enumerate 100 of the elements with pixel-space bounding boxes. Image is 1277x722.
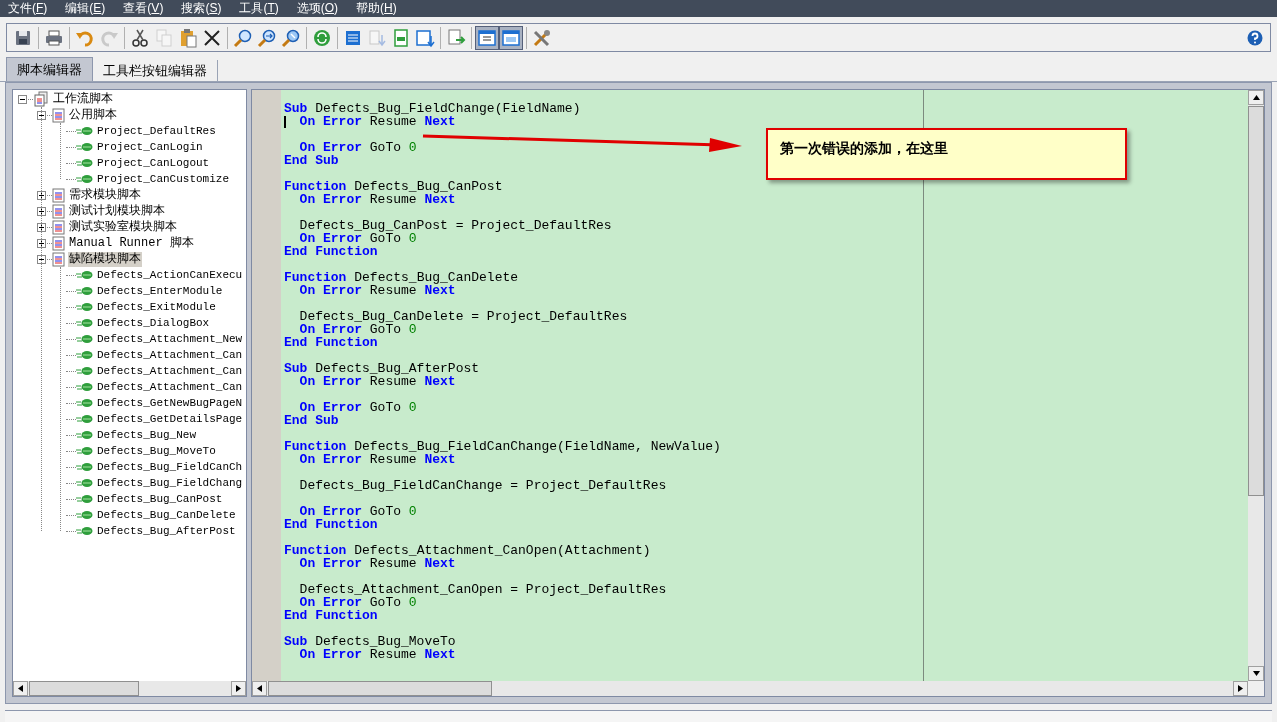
horizontal-scrollbar[interactable] bbox=[252, 681, 1264, 696]
leaf-icon bbox=[76, 526, 93, 536]
left-arrow-icon bbox=[18, 685, 23, 692]
tools-icon bbox=[532, 27, 552, 48]
scrollbar-thumb[interactable] bbox=[1248, 106, 1264, 496]
expand-icon[interactable] bbox=[37, 238, 46, 248]
toolbar-button[interactable] bbox=[475, 25, 499, 50]
leaf-icon bbox=[76, 158, 93, 168]
menu-item[interactable]: 搜索(S) bbox=[181, 0, 222, 17]
code-line: Defects_Bug_CanPost = Project_DefaultRes bbox=[298, 218, 612, 233]
leaf-icon bbox=[76, 334, 93, 344]
tree-item[interactable]: 工作流脚本 bbox=[52, 91, 114, 107]
tree-item[interactable]: Project_CanCustomize bbox=[96, 171, 231, 187]
code-line: Defects_Bug_CanDelete = Project_DefaultRes bbox=[298, 309, 628, 324]
expand-icon[interactable] bbox=[37, 190, 46, 200]
code-line: Sub Defects_Bug_MoveTo bbox=[284, 634, 456, 649]
toolbar-button[interactable] bbox=[499, 25, 523, 50]
window-icon bbox=[501, 27, 521, 48]
tab[interactable]: 脚本编辑器 bbox=[6, 57, 93, 81]
horizontal-scrollbar[interactable] bbox=[13, 681, 246, 696]
code-editor[interactable] bbox=[281, 90, 1248, 681]
tree-item[interactable]: Defects_ActionCanExecu bbox=[96, 267, 244, 283]
tree-item[interactable]: Defects_Bug_CanDelete bbox=[96, 507, 237, 523]
menu-item[interactable]: 编辑(E) bbox=[65, 0, 106, 17]
code-line: Sub Defects_Bug_AfterPost bbox=[284, 361, 480, 376]
tree-item[interactable]: Defects_Attachment_Can bbox=[96, 347, 244, 363]
delete-icon bbox=[202, 27, 222, 48]
tree-item[interactable]: Defects_GetNewBugPageN bbox=[96, 395, 244, 411]
leaf-icon bbox=[76, 142, 93, 152]
tree-item[interactable]: Defects_Bug_FieldChang bbox=[96, 475, 244, 491]
code-line: Defects_Attachment_CanOpen = Project_DefaultRes bbox=[298, 582, 667, 597]
vertical-scrollbar[interactable] bbox=[1248, 90, 1264, 681]
annotation-callout: 第一次错误的添加，在这里 bbox=[766, 128, 1127, 180]
tree-item[interactable]: 缺陷模块脚本 bbox=[68, 251, 142, 267]
tree-item[interactable]: 测试实验室模块脚本 bbox=[68, 219, 178, 235]
code-line: On Error Resume Next bbox=[298, 452, 456, 467]
tree-item[interactable]: Project_CanLogin bbox=[96, 139, 204, 155]
tree-item[interactable]: Defects_Bug_FieldCanCh bbox=[96, 459, 244, 475]
collapse-icon[interactable] bbox=[37, 110, 46, 120]
leaf-icon bbox=[76, 478, 93, 488]
tree-item[interactable]: 需求模块脚本 bbox=[68, 187, 142, 203]
tree-item[interactable]: Defects_EnterModule bbox=[96, 283, 224, 299]
tree-item[interactable]: Defects_Attachment_Can bbox=[96, 379, 244, 395]
help-button[interactable] bbox=[1246, 28, 1264, 47]
collapse-icon[interactable] bbox=[37, 254, 46, 264]
tree-item[interactable]: Project_CanLogout bbox=[96, 155, 211, 171]
code-line: On Error Resume Next bbox=[298, 647, 456, 662]
code-line: On Error GoTo 0 bbox=[298, 140, 417, 155]
tree-item[interactable]: Defects_Bug_CanPost bbox=[96, 491, 224, 507]
tree-item[interactable]: 公用脚本 bbox=[68, 107, 118, 123]
panel-icon bbox=[477, 27, 497, 48]
document-icon bbox=[52, 235, 65, 251]
leaf-icon bbox=[76, 382, 93, 392]
tree-item[interactable]: Defects_Attachment_Can bbox=[96, 363, 244, 379]
tree-item[interactable]: Project_DefaultRes bbox=[96, 123, 217, 139]
left-arrow-icon bbox=[257, 685, 262, 692]
document-icon bbox=[52, 107, 65, 123]
tree-item[interactable]: 测试计划模块脚本 bbox=[68, 203, 166, 219]
code-line: On Error Resume Next bbox=[298, 283, 456, 298]
leaf-icon bbox=[76, 510, 93, 520]
leaf-icon bbox=[76, 318, 93, 328]
tree-item[interactable]: Defects_GetDetailsPage bbox=[96, 411, 244, 427]
scrollbar-thumb[interactable] bbox=[29, 681, 139, 696]
replace-icon bbox=[281, 27, 301, 48]
tree-item[interactable]: Defects_Bug_New bbox=[96, 427, 198, 443]
expand-icon[interactable] bbox=[37, 222, 46, 232]
tab[interactable]: 工具栏按钮编辑器 bbox=[93, 60, 218, 81]
tree-item[interactable]: Defects_Bug_AfterPost bbox=[96, 523, 237, 539]
printer-icon bbox=[44, 27, 64, 48]
code-line: End Function bbox=[284, 244, 378, 259]
menu-item[interactable]: 文件(F) bbox=[8, 0, 48, 17]
code-line: Function Defects_Attachment_CanOpen(Attachment) bbox=[284, 543, 651, 558]
tree-item[interactable]: Defects_DialogBox bbox=[96, 315, 211, 331]
tree-item[interactable]: Defects_Attachment_New bbox=[96, 331, 244, 347]
menu-item[interactable]: 工具(T) bbox=[239, 0, 279, 17]
help-icon bbox=[1247, 29, 1263, 46]
code-line: Defects_Bug_FieldCanChange = Project_DefaultRes bbox=[298, 478, 667, 493]
code-line: Function Defects_Bug_CanDelete bbox=[284, 270, 519, 285]
leaf-icon bbox=[76, 446, 93, 456]
menu-item[interactable]: 选项(O) bbox=[296, 0, 339, 17]
tree-item[interactable]: Manual Runner 脚本 bbox=[68, 235, 195, 251]
code-line: On Error Resume Next bbox=[298, 192, 456, 207]
tree-item[interactable]: Defects_ExitModule bbox=[96, 299, 217, 315]
expand-icon[interactable] bbox=[37, 206, 46, 216]
search-icon bbox=[233, 27, 253, 48]
leaf-icon bbox=[76, 494, 93, 504]
collapse-icon[interactable] bbox=[18, 94, 27, 104]
code-line: On Error GoTo 0 bbox=[298, 400, 417, 415]
code-line: Sub Defects_Bug_FieldChange(FieldName) bbox=[284, 101, 581, 116]
scrollbar-thumb[interactable] bbox=[268, 681, 492, 696]
leaf-icon bbox=[76, 302, 93, 312]
export-icon bbox=[446, 27, 466, 48]
menu-item[interactable]: 查看(V) bbox=[123, 0, 164, 17]
find-next-icon bbox=[257, 27, 277, 48]
form-icon bbox=[391, 27, 411, 48]
copy-icon bbox=[154, 27, 174, 48]
menu-item[interactable]: 帮助(H) bbox=[356, 0, 397, 17]
leaf-icon bbox=[76, 126, 93, 136]
code-line: On Error GoTo 0 bbox=[298, 504, 417, 519]
tree-item[interactable]: Defects_Bug_MoveTo bbox=[96, 443, 217, 459]
